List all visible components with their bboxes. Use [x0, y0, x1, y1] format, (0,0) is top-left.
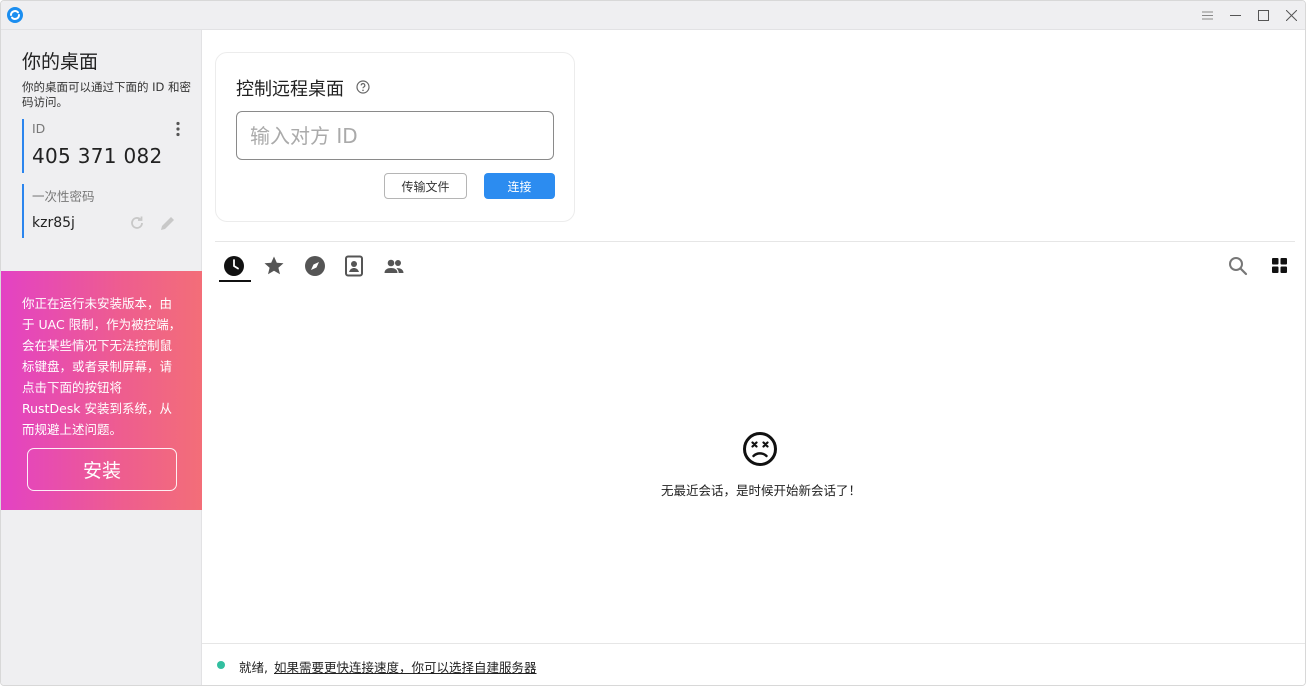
- id-block: ID 405 371 082: [22, 119, 192, 173]
- empty-state-message: 无最近会话，是时候开始新会话了！: [660, 483, 861, 498]
- edit-icon[interactable]: [158, 213, 178, 233]
- more-vertical-icon[interactable]: [172, 121, 184, 137]
- active-tab-indicator: [219, 280, 251, 282]
- hamburger-icon: [1201, 11, 1213, 20]
- close-icon: [1285, 10, 1297, 21]
- compass-icon: [305, 256, 325, 276]
- tab-favorites[interactable]: [257, 251, 291, 281]
- rustdesk-logo-icon: [7, 7, 23, 23]
- maximize-icon: [1257, 10, 1269, 21]
- close-button[interactable]: [1277, 1, 1305, 30]
- id-label: ID: [32, 121, 46, 136]
- help-icon[interactable]: [356, 80, 370, 94]
- install-notice-text: 你正在运行未安装版本，由于 UAC 限制，作为被控端，会在某些情况下无法控制鼠标…: [22, 296, 182, 437]
- connect-card: 控制远程桌面 传输文件 连接: [215, 52, 575, 222]
- minimize-icon: [1229, 15, 1241, 16]
- star-icon: [264, 256, 284, 275]
- sidebar: 你的桌面 你的桌面可以通过下面的 ID 和密码访问。 ID 405 371 08…: [1, 30, 202, 685]
- grid-view-icon[interactable]: [1271, 257, 1288, 274]
- sidebar-title: 你的桌面: [22, 51, 99, 73]
- recent-icon: [224, 256, 244, 276]
- app-window: 你的桌面 你的桌面可以通过下面的 ID 和密码访问。 ID 405 371 08…: [0, 0, 1306, 686]
- password-block: 一次性密码 kzr85j: [22, 184, 192, 238]
- id-value[interactable]: 405 371 082: [32, 144, 163, 168]
- title-bar: [1, 1, 1305, 30]
- search-icon[interactable]: [1227, 255, 1249, 277]
- connect-title: 控制远程桌面: [236, 79, 344, 100]
- sidebar-description: 你的桌面可以通过下面的 ID 和密码访问。: [22, 80, 192, 109]
- password-value[interactable]: kzr85j: [32, 215, 75, 231]
- tab-recent[interactable]: [217, 251, 251, 281]
- group-icon: [384, 259, 404, 273]
- menu-button[interactable]: [1193, 1, 1221, 30]
- tab-discovered[interactable]: [298, 251, 332, 281]
- connect-button[interactable]: 连接: [484, 173, 555, 199]
- window-controls: [1193, 1, 1305, 30]
- refresh-icon[interactable]: [128, 214, 146, 232]
- tab-group[interactable]: [377, 251, 411, 281]
- install-button[interactable]: 安装: [27, 448, 177, 491]
- divider: [215, 241, 1295, 242]
- status-indicator: [217, 661, 225, 669]
- minimize-button[interactable]: [1221, 1, 1249, 30]
- maximize-button[interactable]: [1249, 1, 1277, 30]
- self-host-server-link[interactable]: 如果需要更快连接速度，你可以选择自建服务器: [274, 657, 537, 676]
- password-label: 一次性密码: [32, 189, 95, 204]
- install-notice-card: 你正在运行未安装版本，由于 UAC 限制，作为被控端，会在某些情况下无法控制鼠标…: [1, 271, 202, 510]
- sad-face-icon: [743, 432, 777, 466]
- address-book-icon: [345, 255, 363, 277]
- status-text: 就绪,: [239, 660, 268, 675]
- remote-id-input[interactable]: [236, 111, 554, 160]
- transfer-file-button[interactable]: 传输文件: [384, 173, 467, 199]
- status-bar: 就绪, 如果需要更快连接速度，你可以选择自建服务器: [202, 643, 1305, 685]
- tab-address-book[interactable]: [337, 251, 371, 281]
